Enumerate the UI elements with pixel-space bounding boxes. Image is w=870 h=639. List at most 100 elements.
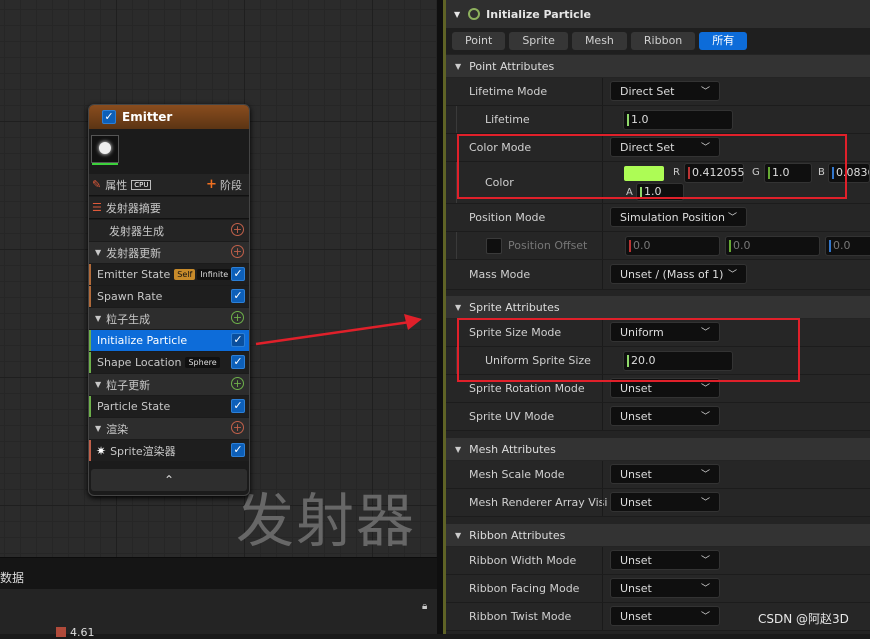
chevron-down-icon: ﹀ <box>700 384 710 394</box>
mesh-renderer-array-dropdown[interactable]: Unset ﹀ <box>610 492 720 512</box>
tab-sprite[interactable]: Sprite <box>509 32 568 50</box>
render-label: 渲染 <box>106 422 129 436</box>
particle-spawn-label: 粒子生成 <box>106 312 151 326</box>
collapse-arrow-icon[interactable]: ▼ <box>95 380 101 389</box>
ribbon-width-mode-dropdown[interactable]: Unset ﹀ <box>610 550 720 570</box>
lifetime-input[interactable]: 1.0 <box>623 110 733 130</box>
mass-mode-dropdown[interactable]: Unset / (Mass of 1) ﹀ <box>610 264 747 284</box>
emitter-header[interactable]: ✓ Emitter <box>89 105 249 129</box>
data-panel-body: 🔒︎ 4.61 <box>0 589 437 639</box>
collapse-arrow-icon[interactable]: ▼ <box>455 62 461 71</box>
section-point-attributes[interactable]: ▼ Point Attributes <box>446 55 870 77</box>
emitter-spawn-row[interactable]: 发射器生成 + <box>89 220 249 241</box>
collapse-arrow-icon[interactable]: ▼ <box>95 424 101 433</box>
position-mode-dropdown[interactable]: Simulation Position ﹀ <box>610 207 747 227</box>
properties-label: 属性 <box>105 178 128 192</box>
collapse-arrow-icon[interactable]: ▼ <box>454 10 460 19</box>
chevron-down-icon: ﹀ <box>700 412 710 422</box>
position-mode-label: Position Mode <box>469 211 546 224</box>
data-value-text: 4.61 <box>70 626 95 639</box>
collapse-arrow-icon[interactable]: ▼ <box>455 445 461 454</box>
data-panel-header: 数据 <box>0 557 437 590</box>
emitter-spawn-label: 发射器生成 <box>109 224 164 238</box>
mesh-renderer-array-label: Mesh Renderer Array Visi <box>469 496 608 509</box>
emitter-summary-row[interactable]: ☰ 发射器摘要 <box>89 197 249 218</box>
ribbon-twist-mode-dropdown[interactable]: Unset ﹀ <box>610 606 720 626</box>
collapse-node-button[interactable]: ⌃ <box>91 469 247 491</box>
emitter-properties-row[interactable]: ✎ 属性 CPU + 阶段 <box>89 174 249 195</box>
add-module-icon[interactable]: + <box>231 245 244 258</box>
add-module-icon[interactable]: + <box>231 421 244 434</box>
emitter-update-header[interactable]: ▼ 发射器更新 + <box>89 242 249 263</box>
section-title: Ribbon Attributes <box>469 528 566 542</box>
module-row[interactable]: Emitter State Self Infinite ✓ <box>89 264 249 285</box>
tab-all[interactable]: 所有 <box>699 32 748 50</box>
ribbon-facing-mode-dropdown[interactable]: Unset ﹀ <box>610 578 720 598</box>
mesh-scale-mode-dropdown[interactable]: Unset ﹀ <box>610 464 720 484</box>
dropdown-value: Unset <box>620 468 652 481</box>
chevron-down-icon: ﹀ <box>700 556 710 566</box>
render-header[interactable]: ▼ 渲染 + <box>89 418 249 439</box>
tab-ribbon[interactable]: Ribbon <box>630 32 696 50</box>
dropdown-value: Unset <box>620 410 652 423</box>
mesh-scale-mode-label: Mesh Scale Mode <box>469 468 565 481</box>
panel-splitter[interactable] <box>437 0 446 634</box>
dropdown-value: Unset <box>620 496 652 509</box>
module-title: Initialize Particle <box>486 7 591 21</box>
emitter-summary-label: 发射器摘要 <box>105 201 161 215</box>
emitter-thumbnail <box>91 135 119 165</box>
module-row[interactable]: Shape Location Sphere ✓ <box>89 352 249 373</box>
module-enable-checkbox[interactable]: ✓ <box>231 443 245 457</box>
module-enable-checkbox[interactable]: ✓ <box>231 399 245 413</box>
section-ribbon-attributes[interactable]: ▼ Ribbon Attributes <box>446 524 870 546</box>
offset-x-input[interactable]: 0.0 <box>625 236 720 256</box>
dropdown-value: Unset <box>620 610 652 623</box>
collapse-arrow-icon[interactable]: ▼ <box>95 248 101 257</box>
collapse-arrow-icon[interactable]: ▼ <box>95 314 101 323</box>
module-enable-checkbox[interactable]: ✓ <box>231 289 245 303</box>
module-status-icon <box>468 8 481 20</box>
tab-point[interactable]: Point <box>452 32 506 50</box>
chevron-down-icon: ﹀ <box>700 87 710 97</box>
add-stage-icon[interactable]: + <box>206 177 217 192</box>
list-icon: ☰ <box>92 201 102 214</box>
node-graph-canvas[interactable]: 发射器 ✓ Emitter ✎ 属性 CPU + 阶段 ☰ 发射器摘要 发射器生… <box>0 0 437 557</box>
ribbon-width-mode-label: Ribbon Width Mode <box>469 554 577 567</box>
module-enable-checkbox[interactable]: ✓ <box>231 333 245 347</box>
section-title: Sprite Attributes <box>469 300 560 314</box>
particle-update-header[interactable]: ▼ 粒子更新 + <box>89 374 249 395</box>
renderer-row[interactable]: ✷ Sprite渲染器 ✓ <box>89 440 249 461</box>
add-module-icon[interactable]: + <box>231 311 244 324</box>
offset-z-input[interactable]: 0.0 <box>825 236 870 256</box>
module-label: Spawn Rate <box>97 290 163 303</box>
lock-icon[interactable]: 🔒︎ <box>422 601 427 612</box>
module-row-selected[interactable]: Initialize Particle ✓ <box>89 330 249 351</box>
chevron-up-icon: ⌃ <box>163 473 175 487</box>
sprite-renderer-icon: ✷ <box>96 443 107 458</box>
credit-watermark: CSDN @阿赵3D <box>758 612 849 626</box>
module-row[interactable]: Particle State ✓ <box>89 396 249 417</box>
section-mesh-attributes[interactable]: ▼ Mesh Attributes <box>446 438 870 460</box>
offset-y-input[interactable]: 0.0 <box>725 236 820 256</box>
tab-mesh[interactable]: Mesh <box>571 32 627 50</box>
add-module-icon[interactable]: + <box>231 377 244 390</box>
sprite-uv-mode-dropdown[interactable]: Unset ﹀ <box>610 406 720 426</box>
position-offset-checkbox[interactable] <box>486 238 502 254</box>
collapse-arrow-icon[interactable]: ▼ <box>455 303 461 312</box>
mass-mode-row: Mass Mode Unset / (Mass of 1) ﹀ <box>446 260 870 290</box>
stage-label[interactable]: 阶段 <box>220 177 242 193</box>
module-header[interactable]: ▼ Initialize Particle <box>446 0 870 28</box>
dropdown-value: Unset <box>620 554 652 567</box>
position-offset-row: Position Offset 0.0 0.0 0.0 <box>446 232 870 260</box>
collapse-arrow-icon[interactable]: ▼ <box>455 531 461 540</box>
module-enable-checkbox[interactable]: ✓ <box>231 355 245 369</box>
lifetime-mode-dropdown[interactable]: Direct Set ﹀ <box>610 81 720 101</box>
module-row[interactable]: Spawn Rate ✓ <box>89 286 249 307</box>
module-enable-checkbox[interactable]: ✓ <box>231 267 245 281</box>
particle-spawn-header[interactable]: ▼ 粒子生成 + <box>89 308 249 329</box>
emitter-title: Emitter <box>122 110 173 124</box>
emitter-node[interactable]: ✓ Emitter ✎ 属性 CPU + 阶段 ☰ 发射器摘要 发射器生成 + … <box>88 104 250 496</box>
emitter-enable-checkbox[interactable]: ✓ <box>102 110 116 124</box>
section-sprite-attributes[interactable]: ▼ Sprite Attributes <box>446 296 870 318</box>
add-module-icon[interactable]: + <box>231 223 244 236</box>
